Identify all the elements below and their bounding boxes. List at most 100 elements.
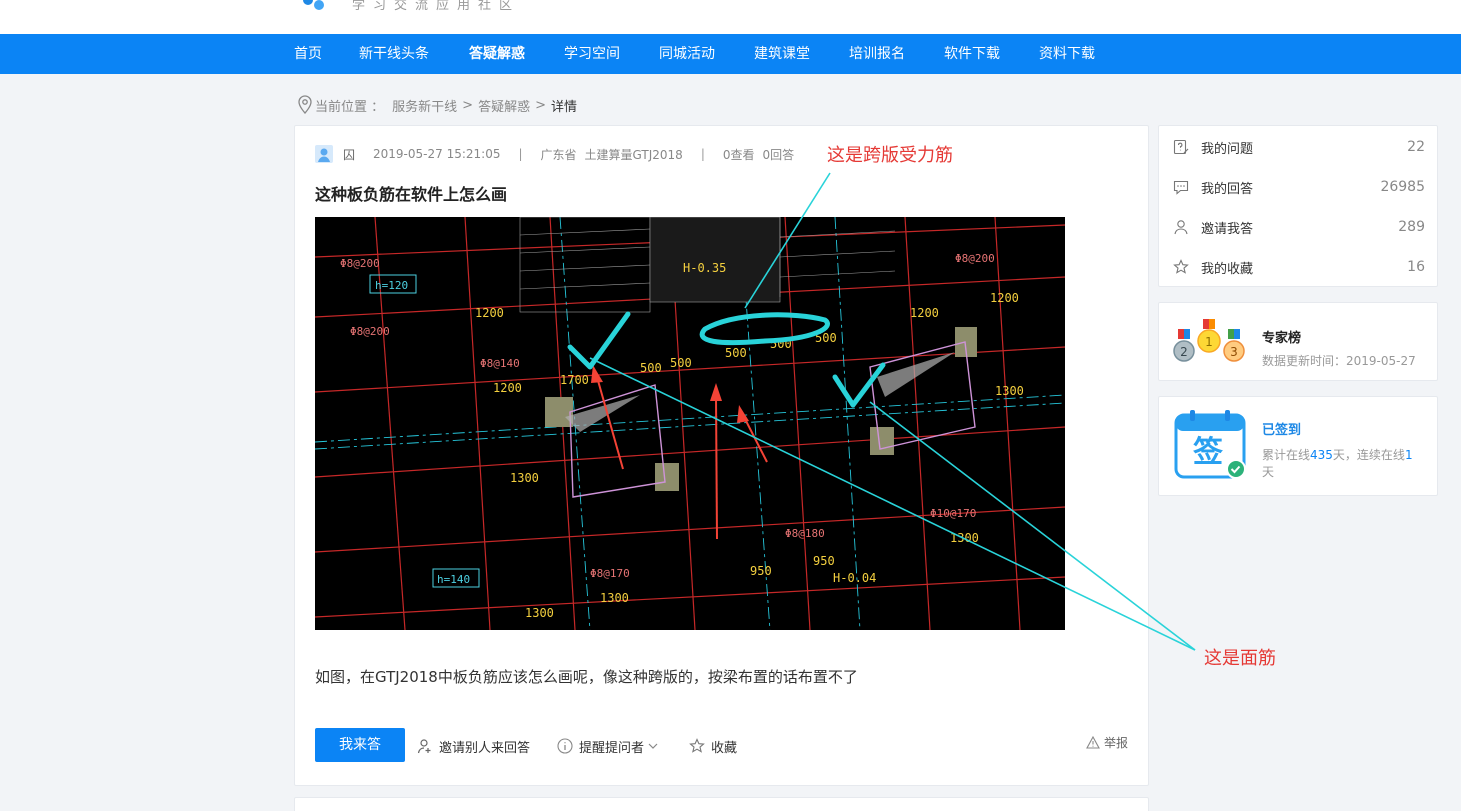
cad-rebar-label: Φ8@170 [590,567,630,580]
star-icon [689,738,705,753]
question-card: 囚 2019-05-27 15:21:05 | 广东省 土建算量GTJ2018 … [294,125,1149,786]
question-author[interactable]: 囚 [343,146,355,163]
cad-dim-1300: 1300 [525,606,554,620]
add-user-icon [417,739,431,754]
sign-in-status: 已签到 [1262,423,1302,438]
breadcrumb-link-qa[interactable]: 答疑解惑 [478,96,530,115]
meta-divider: | [518,147,523,161]
breadcrumb-separator: > [535,97,546,113]
question-title: 这种板负筋在软件上怎么画 [315,185,508,204]
cad-dim-500: 500 [640,361,662,375]
site-slogan: 学习交流应用社区 [352,0,521,13]
avatar[interactable] [315,145,333,163]
nav-item-home[interactable]: 首页 [294,34,322,74]
stat-label: 我的收藏 [1201,261,1254,277]
cad-dim-1300: 1300 [510,471,539,485]
expert-ranking-panel[interactable]: 2 1 3 专家榜 数据更新时间：2019-05-27 [1158,302,1438,381]
nav-item-resources[interactable]: 资料下载 [1039,34,1095,74]
sign-in-char: 签 [1193,435,1223,470]
nav-item-headlines[interactable]: 新干线头条 [359,34,429,74]
main-nav: 首页 新干线头条 答疑解惑 学习空间 同城活动 建筑课堂 培训报名 软件下载 资… [0,34,1461,74]
question-views: 0查看 [722,147,755,162]
annotation-top-bar: 这是面筋 [1204,648,1276,669]
cad-dim-950: 950 [750,564,772,578]
cad-dim-950: 950 [813,554,835,568]
breadcrumb-link-service[interactable]: 服务新干线 [392,96,457,115]
question-answers: 0回答 [762,147,795,162]
stat-label: 我的问题 [1201,141,1254,157]
cad-rebar-label: Φ10@170 [930,507,976,520]
star-icon [1173,259,1189,274]
nav-item-qa[interactable]: 答疑解惑 [469,34,525,74]
total-days: 435 [1310,448,1333,462]
nav-item-learning[interactable]: 学习空间 [564,34,620,74]
stat-count: 26985 [1380,179,1425,195]
stat-count: 289 [1398,219,1425,235]
cad-dim-500: 500 [670,356,692,370]
expert-ranking-title: 专家榜 [1262,331,1302,346]
cad-dim-1700: 1700 [560,373,589,387]
updated-date: 2019-05-27 [1346,354,1416,368]
expert-ranking-updated: 数据更新时间：2019-05-27 [1262,353,1416,370]
cad-label-h-top: H-0.35 [683,261,726,275]
cad-dim-1300: 1300 [995,384,1024,398]
report-label: 举报 [1103,736,1128,750]
remind-asker-dropdown[interactable]: 提醒提问者 [557,736,665,756]
chat-icon [1173,180,1189,195]
answers-card [294,797,1149,811]
user-stats-panel: 我的问题 22 我的回答 26985 邀请我答 289 我的收藏 16 [1158,125,1438,287]
location-pin-icon [298,95,312,114]
info-icon [557,738,573,754]
question-software: 土建算量GTJ2018 [584,147,683,162]
cad-dim-1300: 1300 [950,531,979,545]
breadcrumb-separator: > [462,97,474,113]
question-datetime: 2019-05-27 15:21:05 [373,147,501,161]
stat-label: 邀请我答 [1201,221,1254,237]
nav-item-events[interactable]: 同城活动 [659,34,715,74]
cad-rebar-label: Φ8@200 [955,252,995,265]
stat-invited[interactable]: 邀请我答 289 [1173,217,1425,237]
question-body: 如图，在GTJ2018中板负筋应该怎么画呢，像这种跨版的，按梁布置的话布置不了 [315,668,858,686]
chevron-down-icon [648,743,658,749]
annotation-cross-span: 这是跨版受力筋 [827,145,953,166]
nav-item-classroom[interactable]: 建筑课堂 [754,34,810,74]
breadcrumb-prefix: 当前位置 ： [315,99,385,115]
summary-text: 天，连续在线 [1332,448,1405,462]
stat-label: 我的回答 [1201,181,1254,197]
warning-icon [1086,736,1100,749]
medals-icon: 2 1 3 [1173,319,1245,362]
cad-rebar-label: Φ8@200 [350,325,390,338]
svg-text:2: 2 [1180,345,1188,359]
question-meta: 囚 2019-05-27 15:21:05 | 广东省 土建算量GTJ2018 … [315,144,794,164]
sign-in-calendar-icon[interactable]: 签 [1173,409,1247,481]
stat-my-questions[interactable]: 我的问题 22 [1173,137,1425,157]
stat-my-answers[interactable]: 我的回答 26985 [1173,177,1425,197]
stat-count: 22 [1407,139,1425,155]
meta-divider: | [700,147,705,161]
answer-button[interactable]: 我来答 [315,728,405,762]
report-button[interactable]: 举报 [1086,734,1128,751]
cad-dim-1200: 1200 [493,381,522,395]
remind-asker-label: 提醒提问者 [579,740,645,756]
cad-label-h140: h=140 [437,573,470,586]
site-logo-icon[interactable] [300,0,330,12]
favorite-button[interactable]: 收藏 [689,736,737,756]
cad-drawing-image[interactable]: H-0.35 H-0.04 1200 1200 1200 1200 1700 1… [315,217,1065,630]
user-icon [1174,220,1188,235]
breadcrumb-current: 详情 [550,99,577,115]
nav-item-software[interactable]: 软件下载 [944,34,1000,74]
question-edit-icon [1173,139,1189,155]
invite-answer-label: 邀请别人来回答 [439,740,531,756]
cad-drawing-canvas: H-0.35 H-0.04 1200 1200 1200 1200 1700 1… [315,217,1065,630]
summary-text: 天 [1262,465,1275,479]
cad-rebar-label: Φ8@180 [785,527,825,540]
invite-answer-button[interactable]: 邀请别人来回答 [417,736,530,756]
summary-text: 累计在线 [1262,448,1311,462]
site-header: 学习交流应用社区 [0,0,1461,34]
svg-text:3: 3 [1230,345,1238,359]
cad-dim-1200: 1200 [990,291,1019,305]
nav-item-training[interactable]: 培训报名 [849,34,905,74]
favorite-label: 收藏 [711,740,738,756]
stat-favorites[interactable]: 我的收藏 16 [1173,257,1425,277]
svg-text:1: 1 [1205,335,1213,349]
